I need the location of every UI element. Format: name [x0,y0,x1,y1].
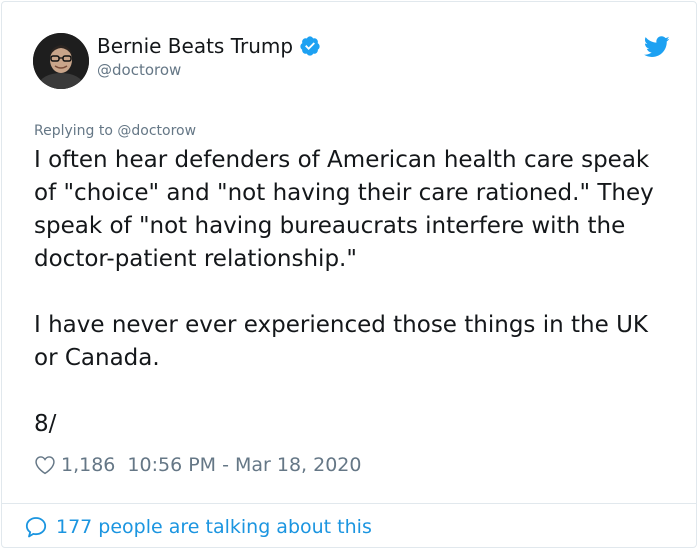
replying-to-label: Replying to [34,123,113,139]
replying-to: Replying to @doctorow [34,121,196,141]
like-count[interactable]: 1,186 [61,452,115,478]
comment-bubble-icon [24,515,48,539]
talking-about-link[interactable]: 177 people are talking about this [24,514,372,540]
tweet-paragraph: 8/ [34,411,57,437]
tweet-timestamp[interactable]: 10:56 PM - Mar 18, 2020 [127,452,361,478]
heart-icon[interactable] [34,454,56,476]
talking-about-label[interactable]: 177 people are talking about this [56,514,372,540]
avatar[interactable] [33,33,89,89]
twitter-bird-icon[interactable] [643,36,670,58]
replying-to-mention[interactable]: @doctorow [117,123,196,139]
tweet-card[interactable]: Bernie Beats Trump @doctorow Replying to… [1,1,697,548]
display-name[interactable]: Bernie Beats Trump [97,33,293,59]
tweet-meta: 1,186 10:56 PM - Mar 18, 2020 [34,452,361,478]
tweet-text: I often hear defenders of American healt… [34,144,664,441]
tweet-paragraph: I have never ever experienced those thin… [34,312,648,371]
verified-badge-icon [299,35,321,57]
divider [2,503,696,504]
display-name-row[interactable]: Bernie Beats Trump [97,33,321,59]
tweet-paragraph: I often hear defenders of American healt… [34,147,654,272]
user-handle[interactable]: @doctorow [97,60,181,80]
